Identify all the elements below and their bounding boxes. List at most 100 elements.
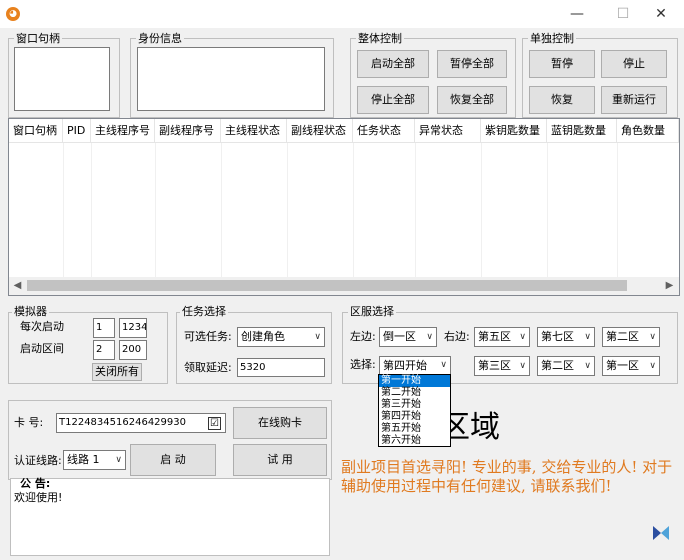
notice-title: 公 告: bbox=[20, 477, 51, 490]
promo-text: 副业项目首选寻阳! 专业的事, 交给专业的人! 对于辅助使用过程中有任何建议, … bbox=[341, 458, 673, 495]
dropdown-option[interactable]: 第三开始 bbox=[379, 399, 450, 411]
right-server-value-3: 第二区 bbox=[606, 330, 639, 343]
start-select[interactable]: 第四开始 ∨ bbox=[379, 356, 451, 375]
left-server-value: 倒一区 bbox=[383, 330, 416, 343]
delay-label: 领取延迟: bbox=[184, 361, 232, 374]
route-select[interactable]: 线路 1 ∨ bbox=[63, 450, 126, 470]
right-server-value-1: 第五区 bbox=[478, 330, 511, 343]
thread-table[interactable]: 窗口句柄 PID 主线程序号 副线程序号 主线程状态 副线程状态 任务状态 异常… bbox=[8, 118, 680, 296]
stop-button[interactable]: 停止 bbox=[601, 50, 667, 78]
dropdown-option[interactable]: 第五开始 bbox=[379, 423, 450, 435]
right-server-select-2[interactable]: 第七区 ∨ bbox=[537, 327, 595, 347]
pause-all-button[interactable]: 暂停全部 bbox=[437, 50, 507, 78]
server-value-4: 第三区 bbox=[478, 359, 511, 372]
column-divider bbox=[547, 143, 548, 277]
column-divider bbox=[617, 143, 618, 277]
left-server-select[interactable]: 倒一区 ∨ bbox=[379, 327, 437, 347]
identity-group-title: 身份信息 bbox=[136, 32, 184, 45]
server-select-group-title: 区服选择 bbox=[348, 305, 396, 318]
route-label: 认证线路: bbox=[14, 454, 62, 467]
task-label: 可选任务: bbox=[184, 330, 232, 343]
start-select-value: 第四开始 bbox=[383, 359, 427, 372]
chevron-down-icon: ∨ bbox=[584, 361, 591, 371]
scroll-left-icon[interactable]: ◀ bbox=[9, 277, 26, 295]
right-server-value-2: 第七区 bbox=[541, 330, 574, 343]
close-button[interactable]: ✕ bbox=[638, 0, 684, 28]
right-server-select-1[interactable]: 第五区 ∨ bbox=[474, 327, 530, 347]
select-start-label: 选择: bbox=[350, 358, 376, 371]
column-header[interactable]: 任务状态 bbox=[353, 119, 415, 143]
column-header[interactable]: 副线程序号 bbox=[155, 119, 221, 143]
each-start-id-input[interactable]: 12345 bbox=[119, 318, 147, 338]
stop-all-button[interactable]: 停止全部 bbox=[357, 86, 429, 114]
card-number-value: T1224834516246429930 bbox=[59, 417, 186, 428]
column-divider bbox=[155, 143, 156, 277]
chevron-down-icon: ∨ bbox=[649, 361, 656, 371]
each-start-label: 每次启动 bbox=[20, 320, 64, 333]
column-header[interactable]: 角色数量 bbox=[617, 119, 679, 143]
emulator-group-title: 模拟器 bbox=[12, 305, 49, 318]
start-all-button[interactable]: 启动全部 bbox=[357, 50, 429, 78]
task-select[interactable]: 创建角色 ∨ bbox=[237, 327, 325, 347]
global-control-group-title: 整体控制 bbox=[356, 32, 404, 45]
single-control-group-title: 单独控制 bbox=[528, 32, 576, 45]
identity-box[interactable] bbox=[137, 47, 325, 111]
column-divider bbox=[63, 143, 64, 277]
restart-button[interactable]: 重新运行 bbox=[601, 86, 667, 114]
studio-logo-icon bbox=[652, 525, 670, 541]
column-header[interactable]: 主线程状态 bbox=[221, 119, 287, 143]
server-value-5: 第二区 bbox=[541, 359, 574, 372]
column-divider bbox=[481, 143, 482, 277]
remember-card-checkbox[interactable]: ☑ bbox=[208, 417, 221, 430]
dropdown-option[interactable]: 第四开始 bbox=[379, 411, 450, 423]
chevron-down-icon: ∨ bbox=[519, 332, 526, 342]
column-header[interactable]: 副线程状态 bbox=[287, 119, 353, 143]
left-server-label: 左边: bbox=[350, 330, 376, 343]
trial-button[interactable]: 试 用 bbox=[233, 444, 327, 476]
chevron-down-icon: ∨ bbox=[314, 332, 321, 342]
column-header[interactable]: PID bbox=[63, 119, 91, 143]
scroll-thumb[interactable] bbox=[27, 280, 627, 291]
window-handle-box[interactable] bbox=[14, 47, 110, 111]
start-button[interactable]: 启 动 bbox=[130, 444, 216, 476]
scroll-right-icon[interactable]: ▶ bbox=[661, 277, 678, 295]
column-divider bbox=[287, 143, 288, 277]
notice-text: 欢迎使用! bbox=[14, 491, 63, 504]
right-server-select-3[interactable]: 第二区 ∨ bbox=[602, 327, 660, 347]
column-header[interactable]: 窗口句柄 bbox=[9, 119, 63, 143]
close-all-button[interactable]: 关闭所有 bbox=[92, 363, 142, 381]
range-start-input[interactable]: 2 bbox=[93, 340, 115, 360]
dropdown-option[interactable]: 第二开始 bbox=[379, 387, 450, 399]
card-number-input[interactable]: T1224834516246429930 bbox=[56, 413, 226, 433]
column-header[interactable]: 主线程序号 bbox=[91, 119, 155, 143]
range-end-input[interactable]: 200 bbox=[119, 340, 147, 360]
each-start-count-input[interactable]: 1 bbox=[93, 318, 115, 338]
resume-all-button[interactable]: 恢复全部 bbox=[437, 86, 507, 114]
chevron-down-icon: ∨ bbox=[440, 360, 447, 370]
resume-button[interactable]: 恢复 bbox=[529, 86, 595, 114]
delay-input[interactable]: 5320 bbox=[237, 358, 325, 377]
buy-card-button[interactable]: 在线购卡 bbox=[233, 407, 327, 439]
task-select-group-title: 任务选择 bbox=[180, 305, 228, 318]
notice-box bbox=[10, 478, 330, 556]
column-divider bbox=[91, 143, 92, 277]
dropdown-option[interactable]: 第六开始 bbox=[379, 435, 450, 447]
table-header: 窗口句柄 PID 主线程序号 副线程序号 主线程状态 副线程状态 任务状态 异常… bbox=[9, 119, 679, 143]
server-select-4[interactable]: 第三区 ∨ bbox=[474, 356, 530, 376]
pause-button[interactable]: 暂停 bbox=[529, 50, 595, 78]
start-range-label: 启动区间 bbox=[20, 342, 64, 355]
minimize-button[interactable]: — bbox=[554, 0, 600, 28]
server-select-6[interactable]: 第一区 ∨ bbox=[602, 356, 660, 376]
column-header[interactable]: 蓝钥匙数量 bbox=[547, 119, 617, 143]
dropdown-option[interactable]: 第一开始 bbox=[379, 375, 450, 387]
column-header[interactable]: 异常状态 bbox=[415, 119, 481, 143]
start-dropdown-list[interactable]: 第一开始 第二开始 第三开始 第四开始 第五开始 第六开始 bbox=[378, 374, 451, 447]
column-divider bbox=[353, 143, 354, 277]
window-handle-group-title: 窗口句柄 bbox=[14, 32, 62, 45]
column-divider bbox=[415, 143, 416, 277]
horizontal-scrollbar[interactable]: ◀ ▶ bbox=[9, 277, 679, 295]
column-header[interactable]: 紫钥匙数量 bbox=[481, 119, 547, 143]
server-select-5[interactable]: 第二区 ∨ bbox=[537, 356, 595, 376]
server-value-6: 第一区 bbox=[606, 359, 639, 372]
chevron-down-icon: ∨ bbox=[115, 455, 122, 465]
